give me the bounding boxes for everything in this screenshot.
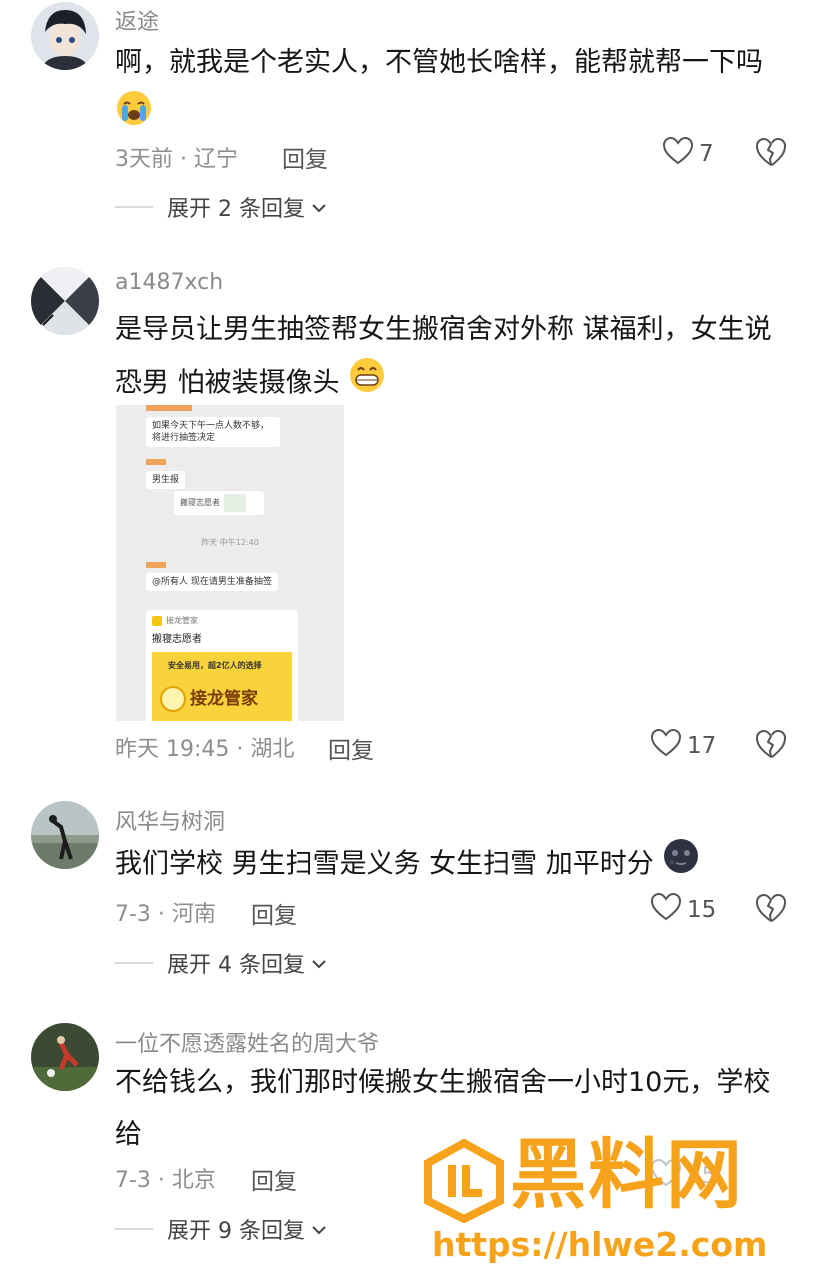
expand-replies-button[interactable]: 展开 9 条回复 (115, 1213, 327, 1245)
chat-accent (146, 562, 166, 568)
chat-accent (146, 405, 192, 411)
dislike-button[interactable] (755, 893, 787, 927)
chat-accent (146, 459, 166, 465)
reply-button[interactable]: 回复 (251, 1162, 297, 1196)
card-banner: 安全易用，超2亿人的选择 接龙管家 (152, 652, 292, 721)
like-button[interactable]: 15 (650, 892, 717, 927)
chat-timestamp: 昨天 中午12:40 (201, 538, 259, 547)
watermark-url: https://hlwe2.com (432, 1225, 768, 1264)
broken-heart-icon (755, 894, 787, 927)
heart-icon (650, 728, 682, 763)
card-header: 接龙管家 (146, 610, 298, 628)
comment-text: 我们学校 男生扫雪是义务 女生扫雪 加平时分 (115, 837, 795, 893)
username[interactable]: a1487xch (115, 270, 223, 295)
heart-icon (662, 136, 694, 171)
banner-brand: 接龙管家 (190, 689, 258, 709)
chevron-down-icon (311, 951, 327, 976)
chat-message: 男生报 (146, 471, 186, 489)
avatar[interactable] (31, 1023, 99, 1091)
watermark-brand: 黑料网 (510, 1130, 744, 1219)
card-title: 搬寝志愿者 (152, 634, 202, 645)
comment-meta: 昨天 19:45 · 湖北 (115, 737, 295, 762)
avatar[interactable] (31, 801, 99, 869)
expand-replies-button[interactable]: 展开 4 条回复 (115, 947, 327, 979)
divider (115, 1228, 153, 1230)
reply-button[interactable]: 回复 (251, 896, 297, 930)
dislike-button[interactable] (755, 729, 787, 763)
crying-face-icon (115, 89, 153, 145)
watermark: 黑料网 https://hlwe2.com (418, 1130, 798, 1265)
avatar[interactable] (31, 267, 99, 335)
broken-heart-icon (755, 138, 787, 171)
username[interactable]: 风华与树洞 (115, 804, 225, 836)
chat-message: @所有人 现在请男生准备抽签 (146, 573, 278, 591)
expand-replies-button[interactable]: 展开 2 条回复 (115, 191, 327, 223)
chevron-down-icon (311, 1217, 327, 1242)
mascot-icon (160, 686, 186, 712)
chat-card: 接龙管家 搬寝志愿者 安全易用，超2亿人的选择 接龙管家 (146, 610, 298, 721)
reply-button[interactable]: 回复 (282, 140, 328, 174)
new-moon-face-icon (662, 837, 700, 893)
avatar[interactable] (31, 2, 99, 70)
chevron-down-icon (311, 195, 327, 220)
divider (115, 206, 153, 208)
dislike-button[interactable] (755, 137, 787, 171)
divider (115, 962, 153, 964)
app-logo-icon (152, 615, 162, 626)
heart-icon (650, 892, 682, 927)
grinning-face-icon (348, 356, 386, 412)
comment-text: 啊，就我是个老实人，不管她长啥样，能帮就帮一下吗 (115, 37, 795, 145)
comment-meta: 7-3 · 河南 (115, 902, 216, 927)
username[interactable]: 一位不愿透露姓名的周大爷 (115, 1026, 379, 1058)
like-button[interactable]: 7 (662, 136, 714, 171)
thumbnail (224, 494, 246, 512)
like-count: 7 (699, 141, 714, 167)
banner-text: 安全易用，超2亿人的选择 (168, 661, 262, 670)
watermark-logo-icon (422, 1138, 506, 1227)
broken-heart-icon (755, 730, 787, 763)
comment-text: 是导员让男生抽签帮女生搬宿舍对外称 谋福利，女生说恐男 怕被装摄像头 (115, 304, 795, 412)
comment-meta: 3天前 · 辽宁 (115, 147, 238, 172)
chat-share: 搬寝志愿者 (174, 491, 264, 515)
reply-button[interactable]: 回复 (328, 731, 374, 765)
like-button[interactable]: 17 (650, 728, 717, 763)
like-count: 15 (687, 897, 717, 923)
chat-message: 如果今天下午一点人数不够，将进行抽签决定 (146, 417, 280, 447)
comment-image[interactable]: 如果今天下午一点人数不够，将进行抽签决定 男生报 搬寝志愿者 昨天 中午12:4… (116, 405, 344, 721)
comment-meta: 7-3 · 北京 (115, 1168, 216, 1193)
username[interactable]: 返途 (115, 4, 159, 36)
like-count: 17 (687, 733, 717, 759)
